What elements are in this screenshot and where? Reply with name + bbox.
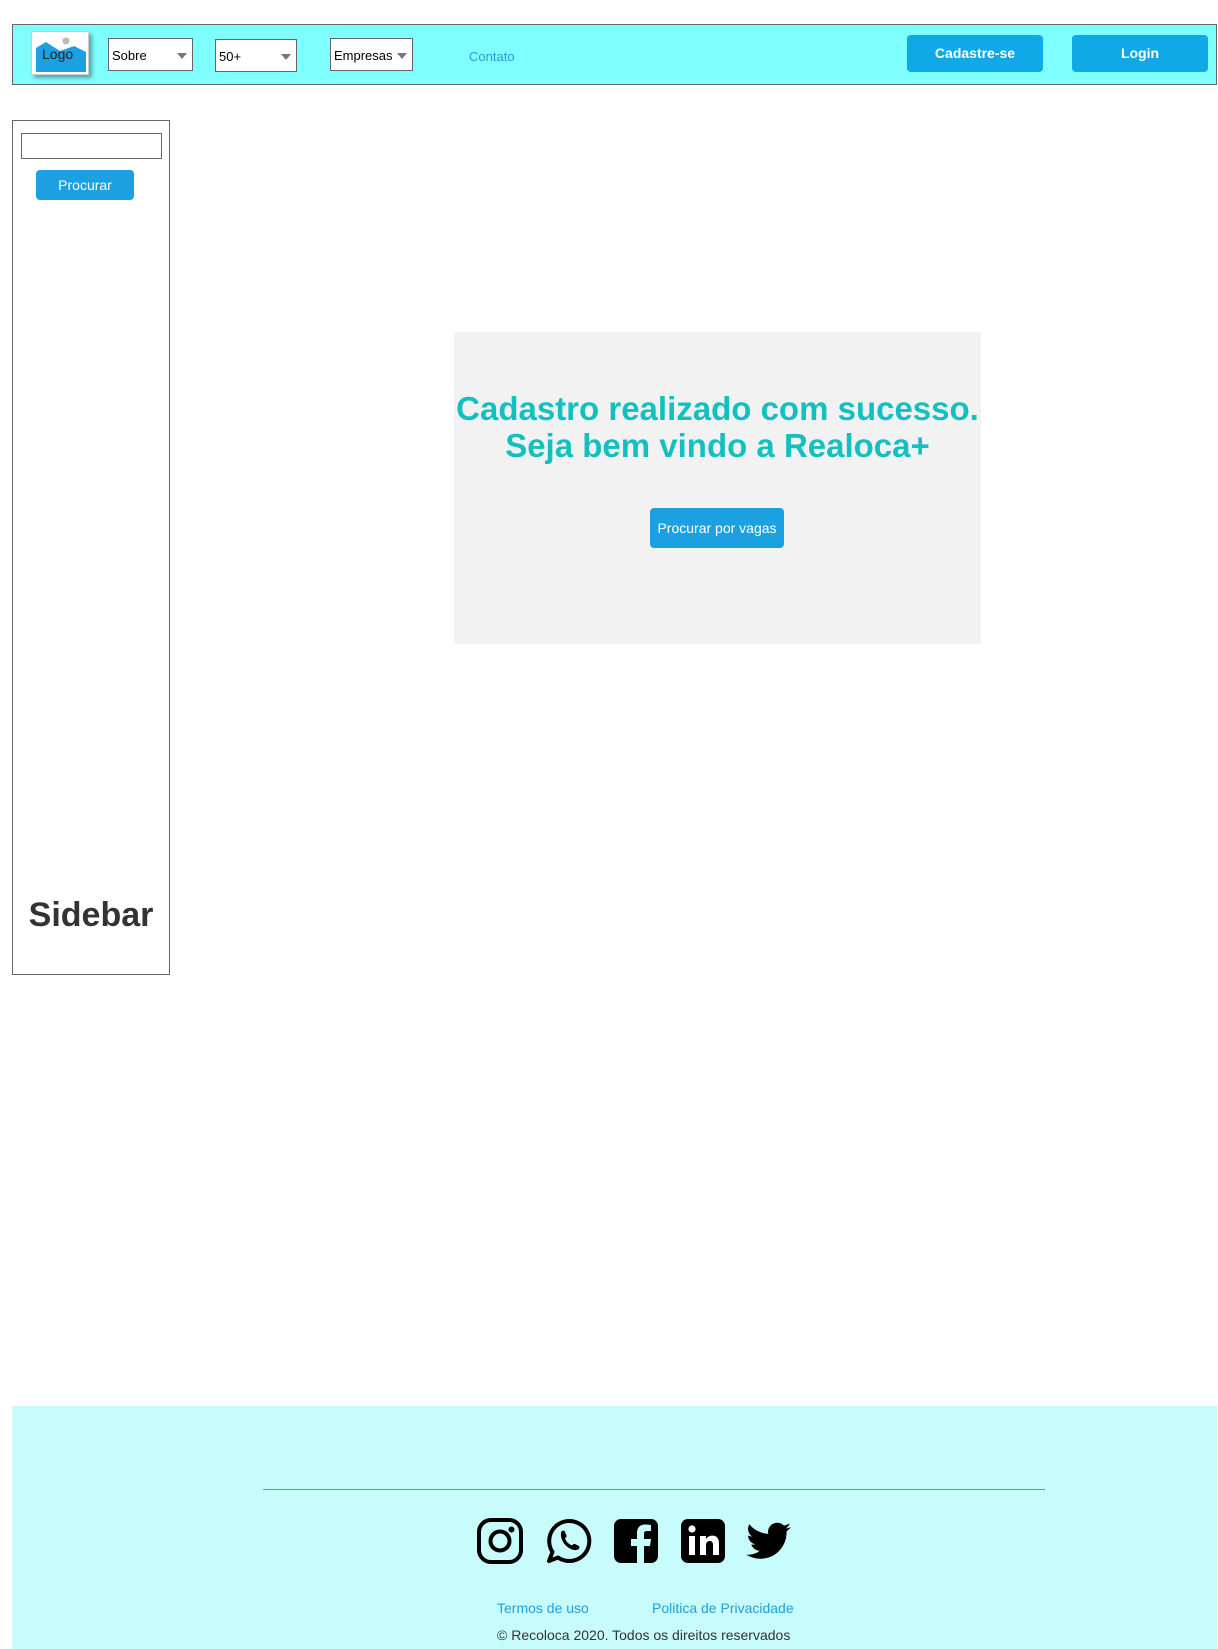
privacy-link[interactable]: Politica de Privacidade [652, 1600, 794, 1616]
logo-label: Logo [42, 46, 74, 62]
dropdown-50plus[interactable]: 50+ [215, 39, 297, 72]
sidebar: Procurar Sidebar [12, 120, 170, 975]
dropdown-empresas[interactable]: Empresas [330, 38, 413, 71]
footer-divider [263, 1489, 1045, 1490]
chevron-down-icon [397, 53, 407, 59]
whatsapp-icon[interactable] [545, 1517, 593, 1565]
chevron-down-icon [177, 53, 187, 59]
contact-link[interactable]: Contato [469, 49, 515, 64]
dropdown-empresas-label: Empresas [334, 48, 393, 63]
terms-link[interactable]: Termos de uso [497, 1600, 589, 1616]
linkedin-icon[interactable] [679, 1517, 727, 1565]
success-message-line2: Seja bem vindo a Realoca+ [505, 427, 930, 464]
success-panel: Cadastro realizado com sucesso. Seja bem… [454, 332, 981, 644]
search-button[interactable]: Procurar [36, 170, 134, 200]
instagram-icon[interactable] [476, 1517, 524, 1565]
search-jobs-button[interactable]: Procurar por vagas [650, 508, 784, 548]
signup-button[interactable]: Cadastre-se [907, 35, 1043, 72]
copyright-text: © Recoloca 2020. Todos os direitos reser… [497, 1627, 791, 1643]
success-message: Cadastro realizado com sucesso. Seja bem… [454, 390, 981, 464]
twitter-icon[interactable] [745, 1517, 793, 1565]
facebook-icon[interactable] [612, 1517, 660, 1565]
logo[interactable]: Logo [31, 31, 89, 75]
top-navbar: Logo Sobre 50+ Empresas Contato Cadastre… [12, 24, 1217, 85]
success-message-line1: Cadastro realizado com sucesso. [456, 390, 979, 427]
footer: Termos de uso Politica de Privacidade © … [12, 1406, 1217, 1649]
search-input[interactable] [21, 133, 162, 159]
dropdown-sobre[interactable]: Sobre [108, 38, 193, 71]
chevron-down-icon [281, 54, 291, 60]
sidebar-title: Sidebar [28, 896, 154, 934]
login-button[interactable]: Login [1072, 35, 1208, 72]
dropdown-sobre-label: Sobre [112, 48, 147, 63]
dropdown-50plus-label: 50+ [219, 49, 242, 64]
